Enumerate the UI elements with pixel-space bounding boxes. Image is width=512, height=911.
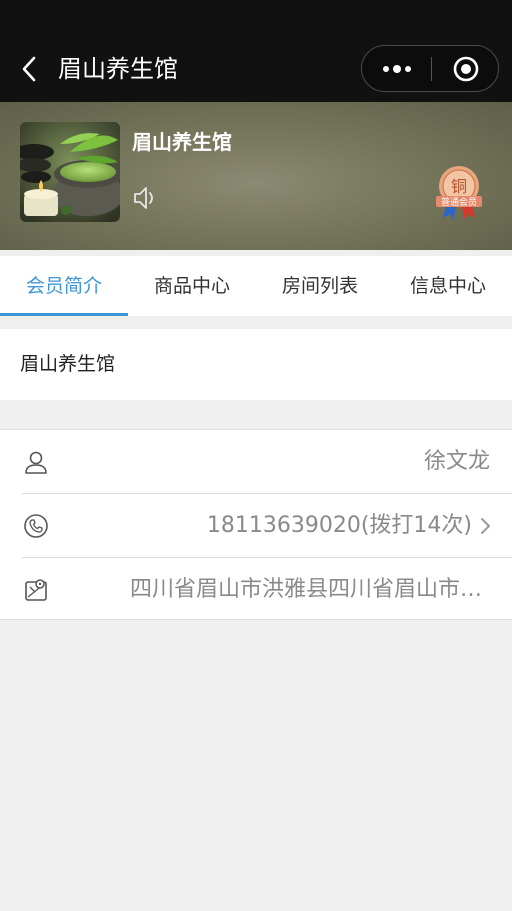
- intro-text: 眉山养生馆: [20, 353, 116, 375]
- address-row[interactable]: 四川省眉山市洪雅县四川省眉山市洪雅县: [0, 558, 512, 621]
- close-circle-icon: [453, 56, 478, 81]
- more-button[interactable]: [362, 46, 431, 91]
- phone-icon: [24, 514, 48, 538]
- back-arrow-icon: [22, 56, 36, 82]
- tab-member-intro[interactable]: 会员简介: [0, 256, 128, 316]
- contact-name: 徐文龙: [423, 449, 490, 474]
- phone-row[interactable]: 18113639020(拨打14次): [0, 494, 512, 557]
- shop-name: 眉山养生馆: [132, 130, 232, 154]
- member-level-badge: 铜 普通会员: [433, 164, 485, 224]
- tab-bar: 会员简介 商品中心 房间列表 信息中心: [0, 256, 512, 316]
- active-tab-indicator: [0, 313, 128, 316]
- tab-rooms[interactable]: 房间列表: [256, 256, 384, 316]
- contact-name-row: 徐文龙: [0, 430, 512, 493]
- address-text: 四川省眉山市洪雅县四川省眉山市洪雅县: [130, 577, 490, 602]
- title-bar: 眉山养生馆: [0, 0, 512, 102]
- chevron-right-icon: [481, 518, 490, 534]
- contact-info-list: 徐文龙 18113639020(拨打14次) 四川省眉山市洪雅县四川省眉山市洪雅…: [0, 429, 512, 620]
- badge-medal-char: 铜: [451, 177, 467, 196]
- mini-program-capsule: [361, 45, 499, 92]
- speaker-icon: [134, 187, 153, 209]
- user-icon: [25, 451, 47, 474]
- map-location-icon: [25, 579, 47, 601]
- more-dots-icon: [382, 65, 389, 72]
- page-title: 眉山养生馆: [58, 55, 178, 83]
- shop-header: 眉山养生馆 铜 普通会员: [0, 102, 512, 250]
- phone-number: 18113639020(拨打14次): [206, 513, 472, 538]
- tab-products[interactable]: 商品中心: [128, 256, 256, 316]
- intro-section: 眉山养生馆: [0, 329, 512, 400]
- shop-avatar: [20, 122, 120, 222]
- back-button[interactable]: [14, 52, 44, 86]
- tab-info-center[interactable]: 信息中心: [384, 256, 512, 316]
- badge-level-text: 普通会员: [441, 196, 477, 208]
- voice-button[interactable]: [132, 184, 158, 212]
- close-button[interactable]: [432, 46, 499, 91]
